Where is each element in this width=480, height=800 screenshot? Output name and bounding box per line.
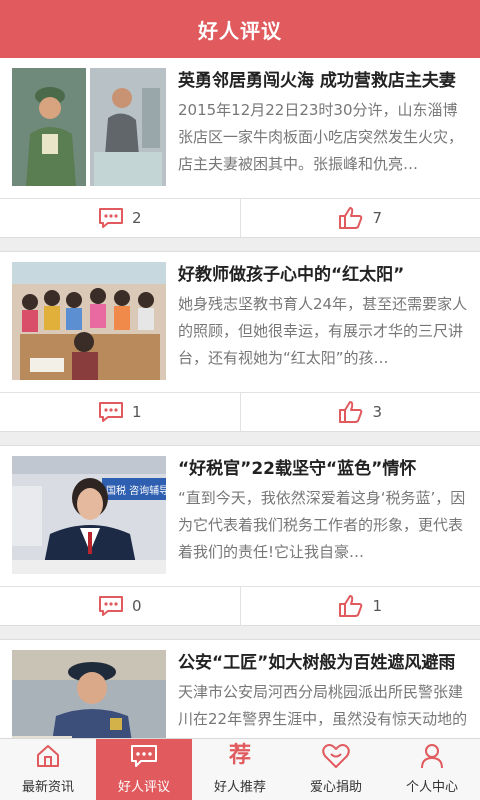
article-actions: 0 1: [0, 586, 480, 625]
tax-sign-text: 国税 咨询辅导: [106, 484, 166, 497]
comment-count: 2: [131, 209, 142, 227]
comment-icon: [98, 402, 123, 422]
page-title: 好人评议: [198, 18, 282, 43]
article-actions: 1 3: [0, 392, 480, 431]
article-card[interactable]: 公安“工匠”如大树般为百姓遮风避雨 天津市公安局河西分局桃园派出所民警张建川在2…: [0, 639, 480, 738]
article-content[interactable]: 好教师做孩子心中的“红太阳” 她身残志坚教书育人24年，甚至还需要家人的照顾，但…: [0, 252, 480, 392]
tab-label: 最新资讯: [21, 780, 74, 795]
article-card[interactable]: 国税 咨询辅导 “好税官”22载坚守“蓝色”情怀 “直到今天，我依然深爱着这身‘…: [0, 445, 480, 626]
comment-icon: [131, 745, 157, 767]
thumbs-up-icon: [339, 401, 363, 423]
article-title[interactable]: 好教师做孩子心中的“红太阳”: [178, 263, 470, 287]
article-actions: 2 7: [0, 198, 480, 237]
article-title[interactable]: 英勇邻居勇闯火海 成功营救店主夫妻: [178, 69, 470, 93]
app-header: 好人评议: [0, 0, 480, 58]
article-card[interactable]: 好教师做孩子心中的“红太阳” 她身残志坚教书育人24年，甚至还需要家人的照顾，但…: [0, 251, 480, 432]
tab-label: 爱心捐助: [309, 780, 362, 795]
comment-button[interactable]: 1: [0, 393, 240, 431]
article-card[interactable]: 英勇邻居勇闯火海 成功营救店主夫妻 2015年12月22日23时30分许，山东淄…: [0, 58, 480, 238]
comment-button[interactable]: 0: [0, 587, 240, 625]
article-feed[interactable]: 英勇邻居勇闯火海 成功营救店主夫妻 2015年12月22日23时30分许，山东淄…: [0, 58, 480, 738]
article-content[interactable]: 公安“工匠”如大树般为百姓遮风避雨 天津市公安局河西分局桃园派出所民警张建川在2…: [0, 640, 480, 738]
tab-donation[interactable]: 爱心捐助: [288, 739, 384, 800]
tab-good-people-review[interactable]: 好人评议: [96, 739, 192, 800]
police-officer-photo: [12, 650, 166, 738]
article-summary: 2015年12月22日23时30分许，山东淄博张店区一家牛肉板面小吃店突然发生火…: [178, 101, 464, 173]
thumbs-up-icon: [339, 595, 363, 617]
article-thumbnail[interactable]: [12, 262, 166, 380]
like-count: 1: [372, 597, 383, 615]
tax-officer-photo: 国税 咨询辅导: [12, 456, 166, 574]
comment-icon: [98, 596, 123, 616]
heart-icon: [322, 744, 350, 768]
comment-count: 0: [131, 597, 142, 615]
like-button[interactable]: 1: [239, 587, 480, 625]
like-button[interactable]: 3: [239, 393, 480, 431]
thumbs-up-icon: [339, 207, 363, 229]
tab-label: 好人评议: [117, 780, 170, 795]
user-icon: [421, 744, 443, 769]
comment-count: 1: [131, 403, 142, 421]
tab-personal-center[interactable]: 个人中心: [384, 739, 480, 800]
article-summary: “直到今天，我依然深爱着这身‘税务蓝’，因为它代表着我们税务工作者的形象，更代表…: [178, 489, 466, 561]
article-thumbnail[interactable]: 国税 咨询辅导: [12, 456, 166, 574]
tab-latest-news[interactable]: 最新资讯: [0, 739, 96, 800]
comment-icon: [98, 208, 123, 228]
tab-recommend[interactable]: 荐 好人推荐: [192, 739, 288, 800]
tab-label: 好人推荐: [213, 780, 266, 795]
home-icon: [37, 745, 59, 767]
bottom-tab-bar: 最新资讯 好人评议 荐 好人推荐 爱心捐助 个人中心: [0, 738, 480, 800]
firefighter-rescue-photo: [12, 68, 166, 186]
like-count: 3: [372, 403, 383, 421]
like-count: 7: [372, 209, 383, 227]
teacher-with-children-photo: [12, 262, 166, 380]
article-content[interactable]: 英勇邻居勇闯火海 成功营救店主夫妻 2015年12月22日23时30分许，山东淄…: [0, 58, 480, 198]
article-thumbnail[interactable]: [12, 650, 166, 738]
article-thumbnail[interactable]: [12, 68, 166, 186]
recommend-glyph: 荐: [228, 743, 251, 768]
like-button[interactable]: 7: [239, 199, 480, 237]
article-title[interactable]: “好税官”22载坚守“蓝色”情怀: [178, 457, 470, 481]
article-summary: 天津市公安局河西分局桃园派出所民警张建川在22年警界生涯中，虽然没有惊天动地的业…: [178, 683, 468, 738]
comment-button[interactable]: 2: [0, 199, 240, 237]
tab-label: 个人中心: [405, 780, 458, 795]
article-title[interactable]: 公安“工匠”如大树般为百姓遮风避雨: [178, 651, 470, 675]
article-content[interactable]: 国税 咨询辅导 “好税官”22载坚守“蓝色”情怀 “直到今天，我依然深爱着这身‘…: [0, 446, 480, 586]
article-summary: 她身残志坚教书育人24年，甚至还需要家人的照顾，但她很幸运，有展示才华的三尺讲台…: [178, 295, 468, 367]
